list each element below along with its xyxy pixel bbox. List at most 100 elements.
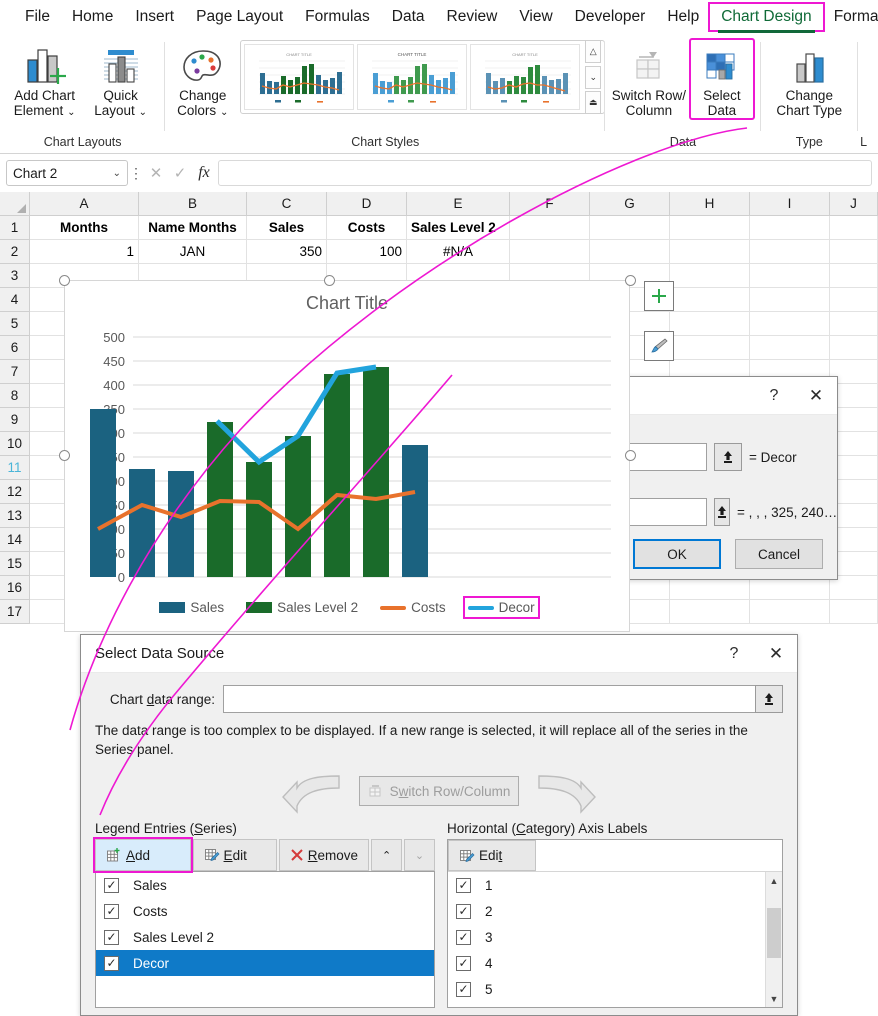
chart-handle-top-center[interactable] [324, 275, 335, 286]
cell-b1[interactable]: Name Months [139, 216, 247, 240]
scrollbar-thumb[interactable] [767, 908, 781, 958]
switch-row-column-button[interactable]: Switch Row/ Column [613, 40, 685, 118]
list-item[interactable]: ✓ Costs [96, 898, 434, 924]
tab-review[interactable]: Review [436, 4, 509, 30]
chart-style-thumb-3[interactable]: CHART TITLE [470, 44, 580, 110]
edit-series-ok-button[interactable]: OK [633, 539, 721, 569]
gallery-scroll-up-icon[interactable]: △ [585, 40, 601, 63]
change-chart-type-button[interactable]: Change Chart Type [764, 40, 854, 118]
list-item[interactable]: ✓ 2 [448, 898, 765, 924]
quick-layout-button[interactable]: Quick Layout ⌄ [85, 40, 157, 120]
cell-g1[interactable] [590, 216, 670, 240]
tab-insert[interactable]: Insert [124, 4, 185, 30]
select-data-button[interactable]: Select Data [691, 40, 753, 118]
row-header-11[interactable]: 11 [0, 456, 30, 480]
gallery-expand-icon[interactable]: ⏏ [585, 91, 601, 114]
cell-h5[interactable] [670, 312, 750, 336]
row-header-16[interactable]: 16 [0, 576, 30, 600]
list-item[interactable]: ✓ 5 [448, 976, 765, 1002]
series-checkbox[interactable]: ✓ [104, 878, 119, 893]
axis-checkbox[interactable]: ✓ [456, 930, 471, 945]
row-header-12[interactable]: 12 [0, 480, 30, 504]
select-data-source-dialog[interactable]: Select Data Source ? ✕ Chart data range:… [80, 634, 798, 1016]
tab-developer[interactable]: Developer [564, 4, 657, 30]
cell-i2[interactable] [750, 240, 830, 264]
col-header-d[interactable]: D [327, 192, 407, 216]
col-header-a[interactable]: A [30, 192, 139, 216]
row-header-3[interactable]: 3 [0, 264, 30, 288]
row-header-5[interactable]: 5 [0, 312, 30, 336]
col-header-j[interactable]: J [830, 192, 878, 216]
legend-item-sales[interactable]: Sales [156, 598, 227, 617]
cell-f1[interactable] [510, 216, 590, 240]
chart-styles-button[interactable] [644, 331, 674, 361]
cell-g2[interactable] [590, 240, 670, 264]
row-header-4[interactable]: 4 [0, 288, 30, 312]
chart-styles-scroll[interactable]: △ ⌄ ⏏ [585, 40, 601, 114]
edit-series-button[interactable]: Edit [193, 839, 277, 871]
chart-handle-top-right[interactable] [625, 275, 636, 286]
tab-chart-design[interactable]: Chart Design [710, 4, 822, 30]
cell-i3[interactable] [750, 264, 830, 288]
axis-checkbox[interactable]: ✓ [456, 904, 471, 919]
tab-format[interactable]: Format [823, 4, 878, 30]
cell-a2[interactable]: 1 [30, 240, 139, 264]
axis-checkbox[interactable]: ✓ [456, 982, 471, 997]
chart-style-thumb-2[interactable]: CHART TITLE [357, 44, 467, 110]
cell-h17[interactable] [670, 600, 750, 624]
tab-home[interactable]: Home [61, 4, 124, 30]
chart-handle-mid-left[interactable] [59, 450, 70, 461]
select-data-help-icon[interactable]: ? [713, 635, 755, 673]
series-name-range-picker-icon[interactable] [714, 443, 742, 471]
legend-item-decor[interactable]: Decor [465, 598, 538, 617]
cancel-icon[interactable]: ✕ [144, 164, 168, 182]
chart-handle-top-left[interactable] [59, 275, 70, 286]
cell-e2[interactable]: #N/A [407, 240, 510, 264]
col-header-c[interactable]: C [247, 192, 327, 216]
tab-help[interactable]: Help [656, 4, 710, 30]
axis-listbox[interactable]: Edit ✓ 1 ✓ 2 [447, 839, 783, 1008]
cell-i6[interactable] [750, 336, 830, 360]
cell-h4[interactable] [670, 288, 750, 312]
cell-i4[interactable] [750, 288, 830, 312]
chart-object[interactable]: Chart Title 500450 400350 300250 200150 … [64, 280, 630, 632]
row-header-8[interactable]: 8 [0, 384, 30, 408]
change-colors-button[interactable]: Change Colors ⌄ [173, 40, 232, 120]
switch-row-column-button[interactable]: Switch Row/Column [359, 776, 519, 806]
cell-e1[interactable]: Sales Level 2 [407, 216, 510, 240]
tab-page-layout[interactable]: Page Layout [185, 4, 294, 30]
row-header-15[interactable]: 15 [0, 552, 30, 576]
select-all-corner[interactable] [0, 192, 30, 216]
edit-series-cancel-button[interactable]: Cancel [735, 539, 823, 569]
legend-item-sales-level-2[interactable]: Sales Level 2 [243, 598, 361, 617]
cell-h3[interactable] [670, 264, 750, 288]
col-header-b[interactable]: B [139, 192, 247, 216]
col-header-i[interactable]: I [750, 192, 830, 216]
row-header-6[interactable]: 6 [0, 336, 30, 360]
list-item[interactable]: ✓ Decor [96, 950, 434, 976]
row-header-13[interactable]: 13 [0, 504, 30, 528]
list-item[interactable]: ✓ Sales [96, 872, 434, 898]
list-item[interactable]: ✓ 1 [448, 872, 765, 898]
cell-j6[interactable] [830, 336, 878, 360]
chart-data-range-input[interactable] [223, 685, 756, 713]
row-header-9[interactable]: 9 [0, 408, 30, 432]
row-header-10[interactable]: 10 [0, 432, 30, 456]
cell-j17[interactable] [830, 600, 878, 624]
enter-icon[interactable]: ✓ [168, 164, 192, 182]
chart-handle-mid-right[interactable] [625, 450, 636, 461]
insert-function-icon[interactable]: fx [192, 164, 216, 182]
cell-j1[interactable] [830, 216, 878, 240]
chart-data-range-picker-icon[interactable] [755, 685, 783, 713]
axis-checkbox[interactable]: ✓ [456, 878, 471, 893]
tab-view[interactable]: View [508, 4, 563, 30]
tab-formulas[interactable]: Formulas [294, 4, 381, 30]
col-header-e[interactable]: E [407, 192, 510, 216]
row-header-17[interactable]: 17 [0, 600, 30, 624]
list-item[interactable]: ✓ 4 [448, 950, 765, 976]
cell-j3[interactable] [830, 264, 878, 288]
list-item[interactable]: ✓ Sales Level 2 [96, 924, 434, 950]
formula-input[interactable] [218, 160, 872, 186]
cell-i1[interactable] [750, 216, 830, 240]
cell-f2[interactable] [510, 240, 590, 264]
